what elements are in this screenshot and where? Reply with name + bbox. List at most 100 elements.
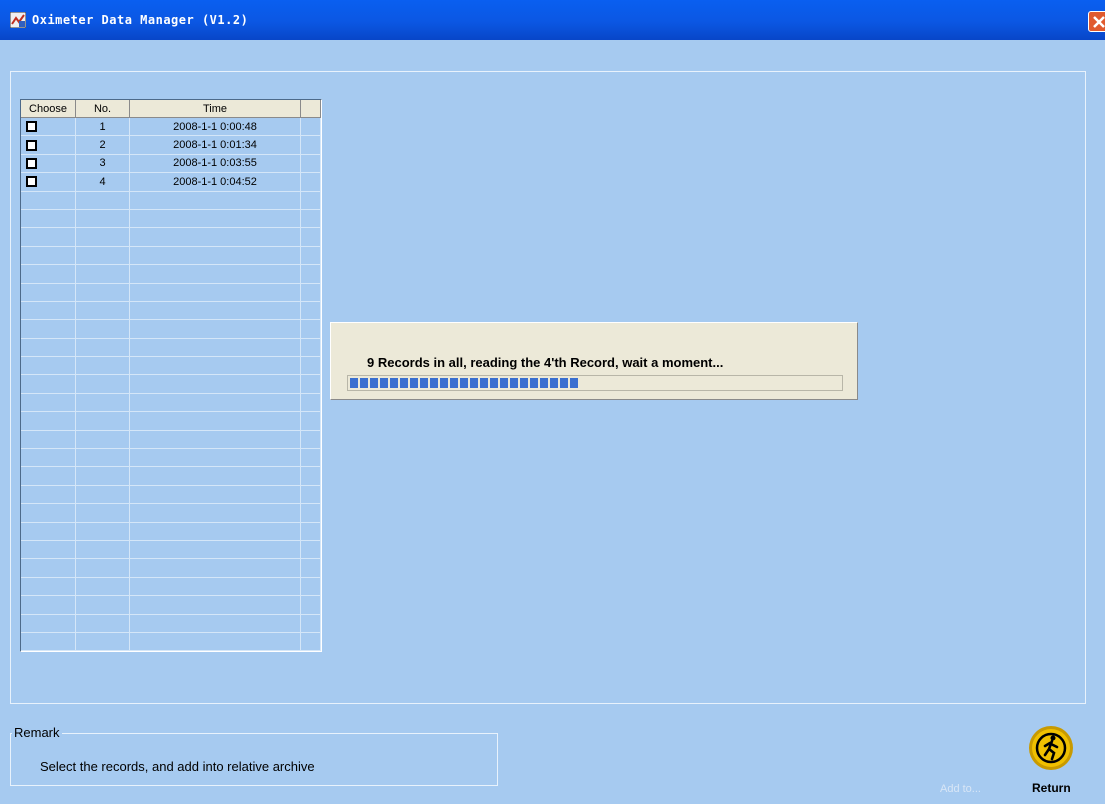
choose-cell xyxy=(21,467,76,485)
empty-table-row xyxy=(21,577,321,597)
filler-cell xyxy=(301,485,321,504)
choose-cell xyxy=(21,357,76,375)
progress-segment xyxy=(570,378,578,388)
choose-cell xyxy=(21,154,76,173)
time-cell xyxy=(130,338,301,357)
filler-cell xyxy=(301,228,321,246)
filler-cell xyxy=(301,559,321,577)
time-cell xyxy=(130,265,301,283)
table-row[interactable]: 1 2008-1-1 0:00:48 xyxy=(21,118,321,137)
row-checkbox[interactable] xyxy=(26,139,37,151)
empty-table-row xyxy=(21,228,321,247)
time-cell: 2008-1-1 0:04:52 xyxy=(130,173,301,191)
progress-bar xyxy=(347,375,843,391)
time-cell xyxy=(130,228,301,246)
oximeter-app-icon xyxy=(10,12,26,28)
filler-cell xyxy=(301,540,321,559)
progress-segment xyxy=(450,378,458,388)
no-cell xyxy=(76,449,130,467)
filler-cell xyxy=(301,449,321,467)
choose-cell xyxy=(21,173,76,191)
window-title: Oximeter Data Manager (V1.2) xyxy=(32,13,249,27)
frame-left xyxy=(10,71,11,704)
empty-table-row xyxy=(21,522,321,541)
return-button-label[interactable]: Return xyxy=(1032,781,1071,795)
no-cell xyxy=(76,577,130,596)
progress-segment xyxy=(550,378,558,388)
filler-cell xyxy=(301,265,321,283)
no-cell: 2 xyxy=(76,136,130,154)
filler-cell xyxy=(301,320,321,338)
empty-table-row xyxy=(21,596,321,615)
filler-cell xyxy=(301,577,321,596)
filler-cell xyxy=(301,209,321,228)
progress-segment xyxy=(500,378,508,388)
filler-cell xyxy=(301,504,321,522)
choose-cell xyxy=(21,136,76,154)
row-checkbox[interactable] xyxy=(26,121,37,133)
progress-message: 9 Records in all, reading the 4'th Recor… xyxy=(367,355,724,370)
filler-cell xyxy=(301,118,321,136)
no-cell xyxy=(76,320,130,338)
progress-segment xyxy=(540,378,548,388)
choose-cell xyxy=(21,301,76,320)
frame-bottom xyxy=(10,703,1086,704)
row-checkbox[interactable] xyxy=(26,176,37,188)
column-header-time[interactable]: Time xyxy=(130,100,301,118)
choose-cell xyxy=(21,632,76,651)
progress-segment xyxy=(510,378,518,388)
filler-cell xyxy=(301,301,321,320)
empty-table-row xyxy=(21,449,321,468)
choose-cell xyxy=(21,430,76,449)
time-cell xyxy=(130,596,301,614)
table-row[interactable]: 4 2008-1-1 0:04:52 xyxy=(21,173,321,192)
running-man-icon[interactable] xyxy=(1028,725,1074,771)
time-cell: 2008-1-1 0:00:48 xyxy=(130,118,301,136)
choose-cell xyxy=(21,577,76,596)
filler-cell xyxy=(301,173,321,191)
empty-table-row xyxy=(21,283,321,302)
progress-segment xyxy=(530,378,538,388)
time-cell xyxy=(130,632,301,651)
table-row[interactable]: 3 2008-1-1 0:03:55 xyxy=(21,154,321,174)
no-cell xyxy=(76,283,130,301)
time-cell xyxy=(130,540,301,559)
time-cell xyxy=(130,504,301,522)
progress-segment xyxy=(560,378,568,388)
choose-cell xyxy=(21,320,76,338)
column-header-no[interactable]: No. xyxy=(76,100,130,118)
empty-table-row xyxy=(21,614,321,633)
progress-segment xyxy=(410,378,418,388)
no-cell xyxy=(76,246,130,265)
no-cell xyxy=(76,467,130,485)
no-cell xyxy=(76,430,130,449)
choose-cell xyxy=(21,485,76,504)
time-cell xyxy=(130,375,301,393)
remark-text: Select the records, and add into relativ… xyxy=(40,759,315,774)
choose-cell xyxy=(21,393,76,412)
time-cell xyxy=(130,430,301,449)
filler-cell xyxy=(301,136,321,154)
filler-cell xyxy=(301,338,321,357)
empty-table-row xyxy=(21,430,321,450)
row-checkbox[interactable] xyxy=(26,157,37,169)
choose-cell xyxy=(21,504,76,522)
time-cell xyxy=(130,522,301,540)
table-row[interactable]: 2 2008-1-1 0:01:34 xyxy=(21,136,321,155)
empty-table-row xyxy=(21,559,321,578)
empty-table-row xyxy=(21,485,321,505)
filler-cell xyxy=(301,412,321,430)
close-button[interactable] xyxy=(1088,11,1105,32)
filler-cell xyxy=(301,191,321,209)
no-cell xyxy=(76,614,130,632)
empty-table-row xyxy=(21,265,321,284)
progress-segment xyxy=(380,378,388,388)
add-to-button[interactable]: Add to... xyxy=(940,783,981,795)
no-cell xyxy=(76,265,130,283)
column-header-choose[interactable]: Choose xyxy=(21,100,76,118)
time-cell xyxy=(130,393,301,412)
title-bar: Oximeter Data Manager (V1.2) xyxy=(0,0,1105,40)
time-cell xyxy=(130,246,301,265)
filler-cell xyxy=(301,596,321,614)
filler-cell xyxy=(301,632,321,651)
